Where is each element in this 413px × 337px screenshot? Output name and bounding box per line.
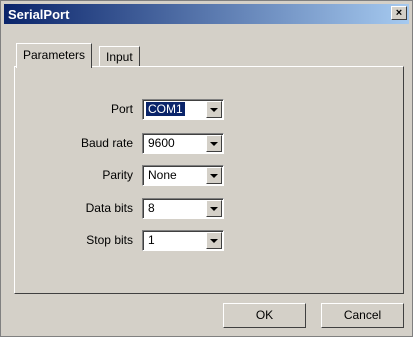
port-label: Port bbox=[110, 102, 133, 116]
data-bits-select[interactable]: 8 bbox=[142, 198, 224, 219]
cancel-button[interactable]: Cancel bbox=[321, 303, 404, 328]
title-bar[interactable]: SerialPort × bbox=[4, 4, 409, 24]
chevron-down-icon[interactable] bbox=[206, 135, 222, 152]
close-icon: × bbox=[395, 7, 403, 19]
serialport-dialog: SerialPort × Parameters Input Port COM1 … bbox=[0, 0, 413, 337]
tab-parameters-label: Parameters bbox=[23, 48, 86, 62]
chevron-down-icon[interactable] bbox=[206, 167, 222, 184]
parity-value: None bbox=[148, 168, 177, 182]
port-value: COM1 bbox=[146, 102, 185, 116]
baud-rate-label: Baud rate bbox=[80, 136, 133, 150]
ok-button[interactable]: OK bbox=[223, 303, 306, 328]
data-bits-value: 8 bbox=[148, 201, 155, 215]
chevron-down-icon[interactable] bbox=[206, 200, 222, 217]
window-title: SerialPort bbox=[8, 7, 70, 22]
chevron-down-icon[interactable] bbox=[206, 101, 222, 118]
parity-select[interactable]: None bbox=[142, 165, 224, 186]
tab-input[interactable]: Input bbox=[99, 46, 140, 66]
tab-parameters[interactable]: Parameters bbox=[16, 43, 93, 68]
stop-bits-value: 1 bbox=[148, 233, 155, 247]
stop-bits-label: Stop bits bbox=[86, 233, 133, 247]
tab-input-label: Input bbox=[106, 50, 133, 64]
close-button[interactable]: × bbox=[391, 6, 407, 20]
stop-bits-select[interactable]: 1 bbox=[142, 230, 224, 251]
chevron-down-icon[interactable] bbox=[206, 232, 222, 249]
data-bits-label: Data bits bbox=[85, 201, 133, 215]
port-select[interactable]: COM1 bbox=[142, 99, 224, 120]
baud-rate-value: 9600 bbox=[148, 136, 175, 150]
parity-label: Parity bbox=[102, 168, 133, 182]
baud-rate-select[interactable]: 9600 bbox=[142, 133, 224, 154]
